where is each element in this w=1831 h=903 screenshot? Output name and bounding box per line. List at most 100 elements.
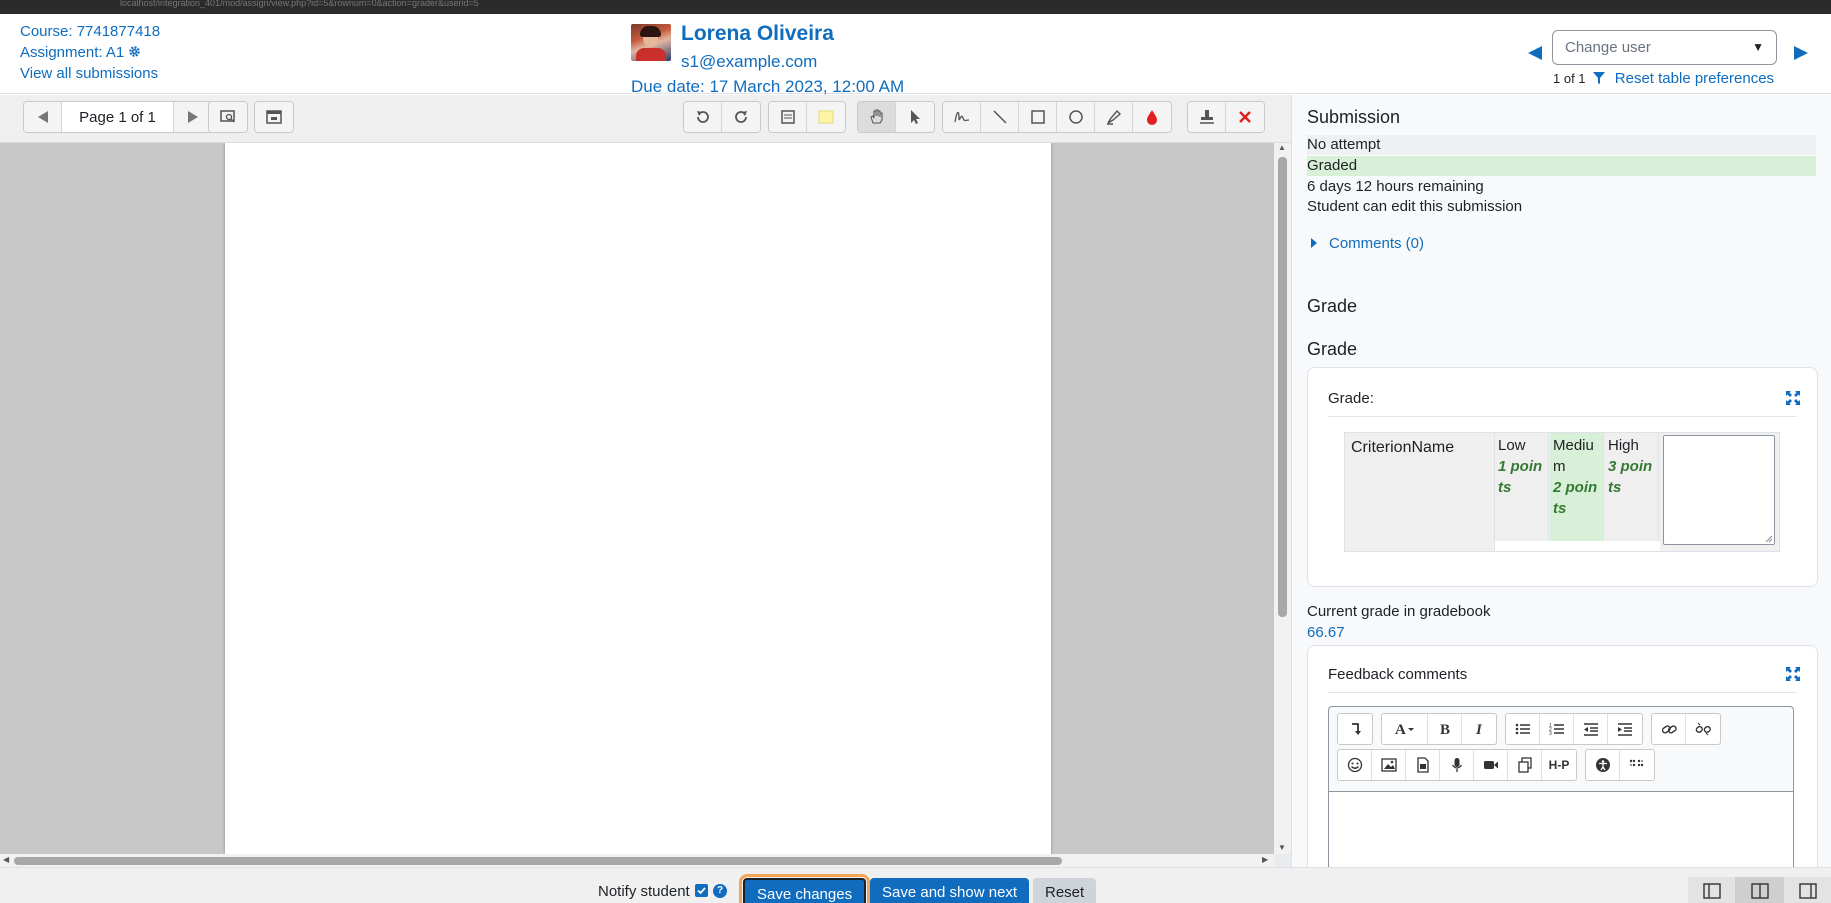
time-remaining: 6 days 12 hours remaining bbox=[1307, 178, 1484, 195]
comment-button[interactable] bbox=[769, 102, 807, 132]
line-button[interactable] bbox=[981, 102, 1019, 132]
next-page-button[interactable] bbox=[174, 102, 212, 132]
highlighter-button[interactable] bbox=[1095, 102, 1133, 132]
oval-button[interactable] bbox=[1057, 102, 1095, 132]
course-link[interactable]: Course: 7741877418 bbox=[20, 23, 160, 40]
record-audio-button[interactable] bbox=[1440, 750, 1474, 780]
feedback-editor-area[interactable] bbox=[1329, 791, 1793, 867]
save-changes-button[interactable]: Save changes bbox=[738, 874, 871, 903]
gear-icon[interactable] bbox=[128, 45, 141, 58]
document-page[interactable] bbox=[225, 143, 1051, 854]
rubric-level-medium[interactable]: Medium 2 points bbox=[1550, 433, 1604, 541]
vertical-scrollbar-thumb[interactable] bbox=[1278, 157, 1287, 617]
indent-button[interactable] bbox=[1608, 714, 1642, 744]
change-user-select[interactable]: Change user ▼ bbox=[1552, 30, 1777, 65]
editor-toolbar-row-2: H-P bbox=[1337, 749, 1655, 781]
h5p-button[interactable]: H-P bbox=[1542, 750, 1576, 780]
toolbar-toggle-button[interactable] bbox=[1338, 714, 1372, 744]
grade-panel[interactable]: Submission No attempt Graded 6 days 12 h… bbox=[1291, 95, 1831, 867]
collapse-grade-panel-icon bbox=[1798, 883, 1817, 899]
screen-reader-helper-button[interactable] bbox=[1620, 750, 1654, 780]
rubric-strip bbox=[1495, 541, 1660, 551]
resize-grip-icon[interactable] bbox=[1765, 535, 1773, 543]
search-comments-button[interactable] bbox=[209, 102, 247, 132]
unlink-button[interactable] bbox=[1686, 714, 1720, 744]
rubric-level-high[interactable]: High 3 points bbox=[1605, 433, 1659, 541]
manage-files-icon bbox=[1517, 757, 1532, 773]
gradebook-value-link[interactable]: 66.67 bbox=[1307, 624, 1345, 641]
rectangle-button[interactable] bbox=[1019, 102, 1057, 132]
highlighter-icon bbox=[1106, 109, 1121, 125]
comments-toggle[interactable]: Comments (0) bbox=[1307, 235, 1424, 252]
gradebook-label: Current grade in gradebook bbox=[1307, 603, 1491, 620]
stamp-button[interactable] bbox=[1188, 102, 1226, 132]
feedback-editor: A B I 123 H-P bbox=[1328, 706, 1794, 867]
accessibility-checker-button[interactable] bbox=[1586, 750, 1620, 780]
filter-icon[interactable] bbox=[1593, 72, 1606, 84]
save-and-show-next-button[interactable]: Save and show next bbox=[870, 878, 1030, 903]
comment-colour-button[interactable] bbox=[807, 102, 845, 132]
rubric-criterion: CriterionName bbox=[1345, 433, 1495, 551]
pager-count: 1 of 1 bbox=[1553, 71, 1586, 86]
browser-address-bar: localhost/integration_401/mod/assign/vie… bbox=[0, 0, 1831, 14]
grade-card: Grade: CriterionName Low 1 points Medium… bbox=[1307, 367, 1818, 587]
ordered-list-button[interactable]: 123 bbox=[1540, 714, 1574, 744]
expand-icon[interactable] bbox=[1785, 666, 1801, 682]
reset-button[interactable]: Reset bbox=[1033, 878, 1097, 903]
user-email-link[interactable]: s1@example.com bbox=[681, 52, 817, 72]
grading-status: Graded bbox=[1307, 156, 1816, 176]
pan-button[interactable] bbox=[858, 102, 896, 132]
previous-user-icon[interactable] bbox=[1526, 44, 1544, 62]
feedback-card-title: Feedback comments bbox=[1328, 666, 1468, 683]
rubric-level-points: 2 points bbox=[1553, 479, 1598, 517]
vertical-scrollbar[interactable]: ▲ ▼ bbox=[1274, 143, 1291, 854]
scroll-right-icon[interactable]: ▶ bbox=[1262, 855, 1268, 864]
record-video-button[interactable] bbox=[1474, 750, 1508, 780]
collapse-grade-panel-button[interactable] bbox=[1784, 877, 1831, 903]
outdent-button[interactable] bbox=[1574, 714, 1608, 744]
emoji-button[interactable] bbox=[1338, 750, 1372, 780]
italic-icon: I bbox=[1475, 722, 1483, 737]
next-user-icon[interactable] bbox=[1792, 44, 1810, 62]
pen-button[interactable] bbox=[943, 102, 981, 132]
annotation-colour-button[interactable] bbox=[1133, 102, 1171, 132]
document-viewer[interactable] bbox=[0, 143, 1274, 854]
expand-comments-button[interactable] bbox=[255, 102, 293, 132]
unordered-list-button[interactable] bbox=[1506, 714, 1540, 744]
page-label[interactable]: Page 1 of 1 bbox=[62, 102, 174, 132]
rotate-left-button[interactable] bbox=[684, 102, 722, 132]
rubric-level-low[interactable]: Low 1 points bbox=[1495, 433, 1549, 541]
expand-icon[interactable] bbox=[1785, 390, 1801, 406]
user-name-link[interactable]: Lorena Oliveira bbox=[681, 22, 834, 46]
help-icon[interactable]: ? bbox=[713, 884, 727, 898]
previous-page-button[interactable] bbox=[24, 102, 62, 132]
select-button[interactable] bbox=[896, 102, 934, 132]
checkmark-icon bbox=[696, 885, 707, 896]
reset-table-preferences-link[interactable]: Reset table preferences bbox=[1615, 70, 1774, 87]
scroll-down-icon[interactable]: ▼ bbox=[1278, 843, 1286, 852]
rotate-right-button[interactable] bbox=[722, 102, 760, 132]
horizontal-scrollbar-thumb[interactable] bbox=[14, 857, 1062, 865]
horizontal-scrollbar[interactable]: ◀ ▶ bbox=[0, 854, 1274, 867]
avatar[interactable] bbox=[631, 24, 671, 61]
user-pager: 1 of 1 Reset table preferences bbox=[1553, 70, 1774, 87]
delete-button[interactable] bbox=[1226, 102, 1264, 132]
collapse-review-panel-button[interactable] bbox=[1688, 877, 1736, 903]
italic-button[interactable]: I bbox=[1462, 714, 1496, 744]
assignment-link[interactable]: Assignment: A1 bbox=[20, 44, 124, 61]
paragraph-styles-button[interactable]: A bbox=[1382, 714, 1428, 744]
link-button[interactable] bbox=[1652, 714, 1686, 744]
view-all-submissions-link[interactable]: View all submissions bbox=[20, 65, 158, 82]
media-icon bbox=[1416, 757, 1429, 773]
media-button[interactable] bbox=[1406, 750, 1440, 780]
default-layout-button[interactable] bbox=[1736, 877, 1784, 903]
rubric-remark-textarea[interactable] bbox=[1663, 435, 1775, 545]
image-button[interactable] bbox=[1372, 750, 1406, 780]
bold-button[interactable]: B bbox=[1428, 714, 1462, 744]
manage-files-button[interactable] bbox=[1508, 750, 1542, 780]
outdent-icon bbox=[1583, 723, 1598, 736]
scroll-up-icon[interactable]: ▲ bbox=[1278, 143, 1286, 152]
notify-student-checkbox[interactable] bbox=[695, 884, 708, 897]
svg-text:A: A bbox=[1395, 722, 1406, 737]
scroll-left-icon[interactable]: ◀ bbox=[3, 855, 9, 864]
